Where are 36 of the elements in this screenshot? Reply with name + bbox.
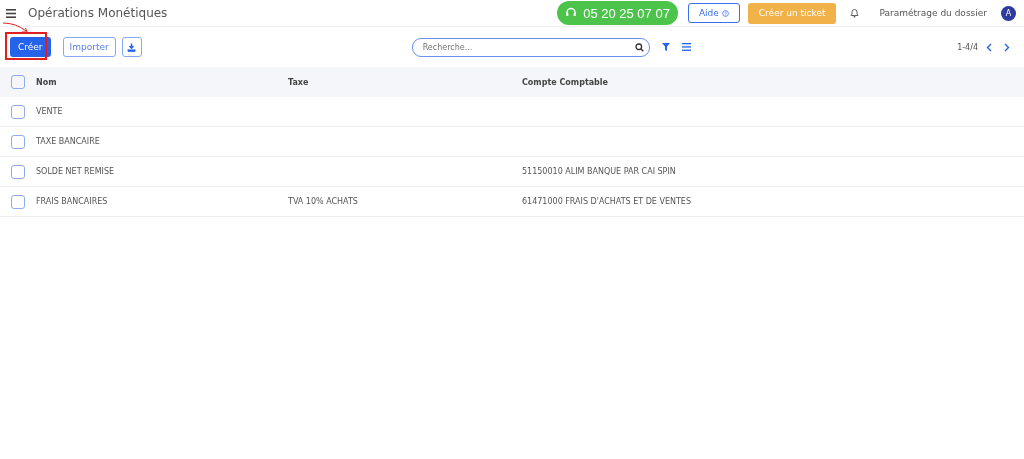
help-icon bbox=[721, 9, 729, 17]
download-icon bbox=[127, 42, 137, 52]
list-icon[interactable] bbox=[681, 43, 691, 51]
row-checkbox[interactable] bbox=[11, 164, 25, 179]
filter-icon[interactable] bbox=[661, 43, 670, 51]
download-button[interactable] bbox=[121, 37, 142, 57]
table-cell: 61471000 FRAIS D'ACHATS ET DE VENTES bbox=[522, 197, 691, 206]
pager-count: 1-4/4 bbox=[957, 42, 978, 52]
column-header[interactable]: Nom bbox=[36, 77, 57, 87]
page-title: Opérations Monétiques bbox=[28, 6, 168, 20]
table-cell: TVA 10% ACHATS bbox=[288, 197, 358, 206]
row-checkbox[interactable] bbox=[11, 134, 25, 149]
row-checkbox[interactable] bbox=[11, 194, 25, 209]
search-icon[interactable] bbox=[634, 42, 644, 52]
import-button[interactable]: Importer bbox=[62, 37, 116, 57]
table-cell: SOLDE NET REMISE bbox=[36, 167, 115, 176]
create-button[interactable]: Créer bbox=[10, 37, 51, 57]
bell-icon[interactable] bbox=[850, 8, 860, 18]
select-all-checkbox[interactable] bbox=[11, 75, 25, 89]
help-button[interactable]: Aide bbox=[687, 3, 740, 23]
annotation-arrow bbox=[2, 21, 30, 35]
table-cell: 51150010 ALIM BANQUE PAR CAI SPIN bbox=[522, 167, 676, 176]
table-cell: TAXE BANCAIRE bbox=[36, 137, 100, 146]
settings-link[interactable]: Paramétrage du dossier bbox=[879, 8, 987, 18]
column-header[interactable]: Taxe bbox=[288, 77, 309, 87]
next-icon[interactable] bbox=[1004, 42, 1010, 52]
table-cell: FRAIS BANCAIRES bbox=[36, 197, 108, 206]
phone-badge: 05 20 25 07 07 bbox=[557, 1, 678, 25]
search-field[interactable]: Recherche... bbox=[411, 37, 650, 57]
previous-icon[interactable] bbox=[986, 42, 992, 52]
table-cell: VENTE bbox=[36, 107, 63, 116]
row-checkbox[interactable] bbox=[11, 104, 25, 119]
column-header[interactable]: Compte Comptable bbox=[522, 77, 608, 87]
user-avatar[interactable]: A bbox=[1001, 5, 1016, 21]
highlight-frame bbox=[5, 32, 47, 60]
menu-icon[interactable] bbox=[6, 8, 16, 18]
